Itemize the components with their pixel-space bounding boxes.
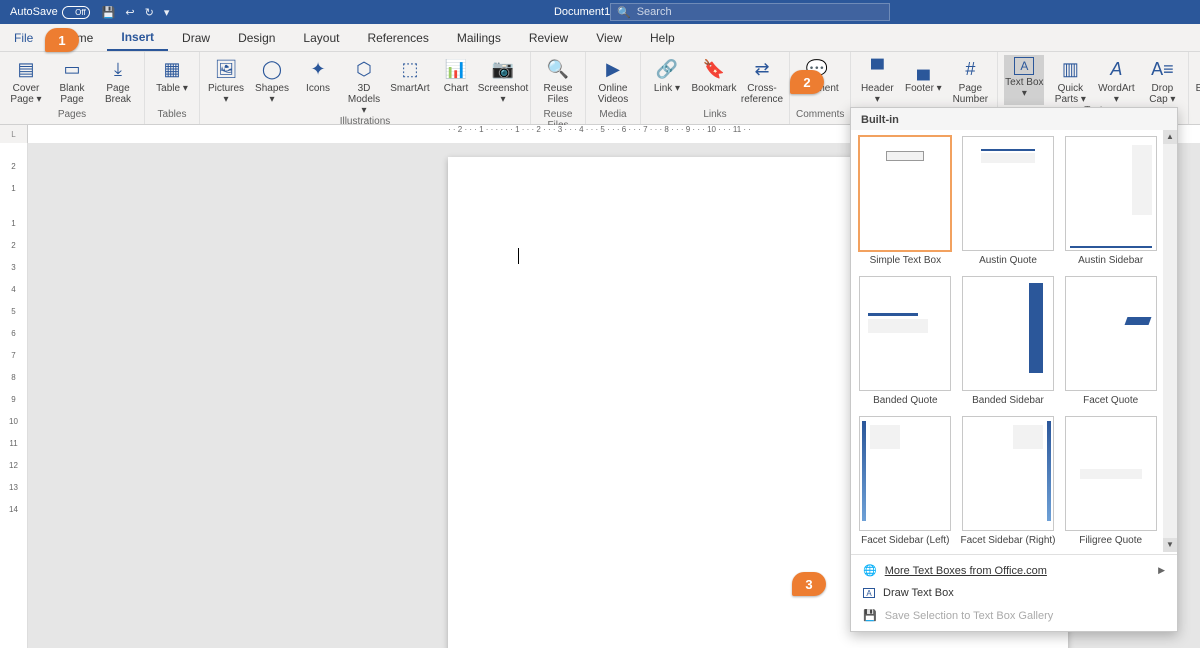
gallery-item-simple-text-box[interactable]: Simple Text Box: [857, 136, 954, 272]
globe-icon: 🌐: [863, 564, 877, 577]
gallery-item-banded-quote[interactable]: Banded Quote: [857, 276, 954, 412]
vertical-ruler[interactable]: 21 1234 5678 9101112 1314: [0, 143, 28, 648]
pagenum-icon: #: [958, 57, 982, 81]
undo-icon[interactable]: ↩: [125, 6, 134, 19]
link-button[interactable]: 🔗Link ▾: [647, 55, 687, 109]
3d-models-button[interactable]: ⬡3D Models ▾: [344, 55, 384, 116]
gallery-header: Built-in: [851, 108, 1177, 130]
reuse-icon: 🔍: [546, 57, 570, 81]
more-text-boxes-button[interactable]: 🌐 More Text Boxes from Office.com ▶: [851, 559, 1177, 582]
textbox-icon: A: [1014, 57, 1034, 75]
cross-reference-button[interactable]: ⇄Cross-reference: [741, 55, 783, 109]
quick-access-toolbar: 💾 ↩ ↻ ▾: [102, 6, 170, 19]
scroll-down-icon[interactable]: ▼: [1163, 538, 1177, 552]
icons-icon: ✦: [306, 57, 330, 81]
online-videos-button[interactable]: ▶Online Videos: [592, 55, 634, 109]
gallery-item-austin-sidebar[interactable]: Austin Sidebar: [1062, 136, 1159, 272]
pictures-button[interactable]: 🖼Pictures ▾: [206, 55, 246, 116]
scroll-up-icon[interactable]: ▲: [1163, 130, 1177, 144]
save-selection-button: 💾 Save Selection to Text Box Gallery: [851, 604, 1177, 627]
group-links: 🔗Link ▾ 🔖Bookmark ⇄Cross-reference Links: [641, 52, 790, 124]
video-icon: ▶: [601, 57, 625, 81]
shapes-button[interactable]: ◯Shapes ▾: [252, 55, 292, 116]
text-box-button[interactable]: AText Box ▾: [1004, 55, 1044, 105]
gallery-item-austin-quote[interactable]: Austin Quote: [960, 136, 1057, 272]
gallery-item-facet-quote[interactable]: Facet Quote: [1062, 276, 1159, 412]
gallery-item-facet-sidebar-right[interactable]: Facet Sidebar (Right): [960, 416, 1057, 552]
chart-icon: 📊: [444, 57, 468, 81]
gallery-item-banded-sidebar[interactable]: Banded Sidebar: [960, 276, 1057, 412]
tab-layout[interactable]: Layout: [289, 24, 353, 51]
save-gallery-icon: 💾: [863, 609, 877, 622]
qat-more-icon[interactable]: ▾: [164, 6, 170, 19]
tab-mailings[interactable]: Mailings: [443, 24, 515, 51]
cover-page-button[interactable]: ▤Cover Page ▾: [6, 55, 46, 109]
gallery-item-filigree-quote[interactable]: Filigree Quote: [1062, 416, 1159, 552]
shapes-icon: ◯: [260, 57, 284, 81]
chart-button[interactable]: 📊Chart: [436, 55, 476, 116]
icons-button[interactable]: ✦Icons: [298, 55, 338, 116]
redo-icon[interactable]: ↻: [145, 6, 154, 19]
screenshot-icon: 📷: [491, 57, 515, 81]
tab-help[interactable]: Help: [636, 24, 689, 51]
page-break-icon: ⤓: [106, 57, 130, 81]
group-tables: ▦Table ▾ Tables: [145, 52, 200, 124]
text-cursor: [518, 248, 519, 264]
ruler-corner: L: [0, 125, 28, 143]
save-icon[interactable]: 💾: [102, 6, 116, 19]
tab-file[interactable]: File: [0, 24, 47, 51]
quickparts-icon: ▥: [1058, 57, 1082, 81]
callout-1: 1: [45, 28, 79, 52]
tab-insert[interactable]: Insert: [107, 24, 168, 51]
screenshot-button[interactable]: 📷Screenshot ▾: [482, 55, 524, 116]
quick-parts-button[interactable]: ▥Quick Parts ▾: [1050, 55, 1090, 105]
wordart-button[interactable]: AWordArt ▾: [1096, 55, 1136, 105]
gallery-scrollbar[interactable]: ▲ ▼: [1163, 130, 1177, 552]
gallery-item-facet-sidebar-left[interactable]: Facet Sidebar (Left): [857, 416, 954, 552]
callout-2: 2: [790, 70, 824, 94]
tab-references[interactable]: References: [353, 24, 442, 51]
blank-page-icon: ▭: [60, 57, 84, 81]
draw-textbox-icon: A: [863, 588, 875, 598]
chevron-right-icon: ▶: [1158, 565, 1165, 576]
reuse-files-button[interactable]: 🔍Reuse Files: [537, 55, 579, 109]
text-box-gallery: Built-in Simple Text Box Austin Quote Au…: [850, 107, 1178, 632]
title-bar: AutoSave Off 💾 ↩ ↻ ▾ Document1 - Word 🔍 …: [0, 0, 1200, 24]
xref-icon: ⇄: [750, 57, 774, 81]
group-media: ▶Online Videos Media: [586, 52, 641, 124]
bookmark-button[interactable]: 🔖Bookmark: [693, 55, 735, 109]
drop-cap-button[interactable]: A≡Drop Cap ▾: [1142, 55, 1182, 105]
search-input[interactable]: 🔍 Search: [610, 3, 890, 21]
wordart-icon: A: [1104, 57, 1128, 81]
callout-3: 3: [792, 572, 826, 596]
group-pages: ▤Cover Page ▾ ▭Blank Page ⤓Page Break Pa…: [0, 52, 145, 124]
group-illustrations: 🖼Pictures ▾ ◯Shapes ▾ ✦Icons ⬡3D Models …: [200, 52, 531, 124]
group-reuse: 🔍Reuse Files Reuse Files: [531, 52, 586, 124]
link-icon: 🔗: [655, 57, 679, 81]
equation-button[interactable]: πEquation ▾: [1195, 55, 1200, 109]
tab-design[interactable]: Design: [224, 24, 289, 51]
tab-draw[interactable]: Draw: [168, 24, 224, 51]
footer-icon: ▄: [911, 57, 935, 81]
autosave-toggle[interactable]: AutoSave Off: [0, 6, 90, 19]
cover-page-icon: ▤: [14, 57, 38, 81]
cube-icon: ⬡: [352, 57, 376, 81]
group-symbols: πEquation ▾ ΩSymbol ▾ Symbols: [1189, 52, 1200, 124]
smartart-button[interactable]: ⬚SmartArt: [390, 55, 430, 116]
table-button[interactable]: ▦Table ▾: [151, 55, 193, 109]
dropcap-icon: A≡: [1150, 57, 1174, 81]
ribbon-tabs: File Home Insert Draw Design Layout Refe…: [0, 24, 1200, 52]
pictures-icon: 🖼: [214, 57, 238, 81]
smartart-icon: ⬚: [398, 57, 422, 81]
search-icon: 🔍: [617, 6, 631, 19]
table-icon: ▦: [160, 57, 184, 81]
header-icon: ▀: [865, 57, 889, 81]
tab-view[interactable]: View: [582, 24, 636, 51]
tab-review[interactable]: Review: [515, 24, 582, 51]
draw-text-box-button[interactable]: A Draw Text Box: [851, 582, 1177, 604]
bookmark-icon: 🔖: [702, 57, 726, 81]
page-break-button[interactable]: ⤓Page Break: [98, 55, 138, 109]
blank-page-button[interactable]: ▭Blank Page: [52, 55, 92, 109]
